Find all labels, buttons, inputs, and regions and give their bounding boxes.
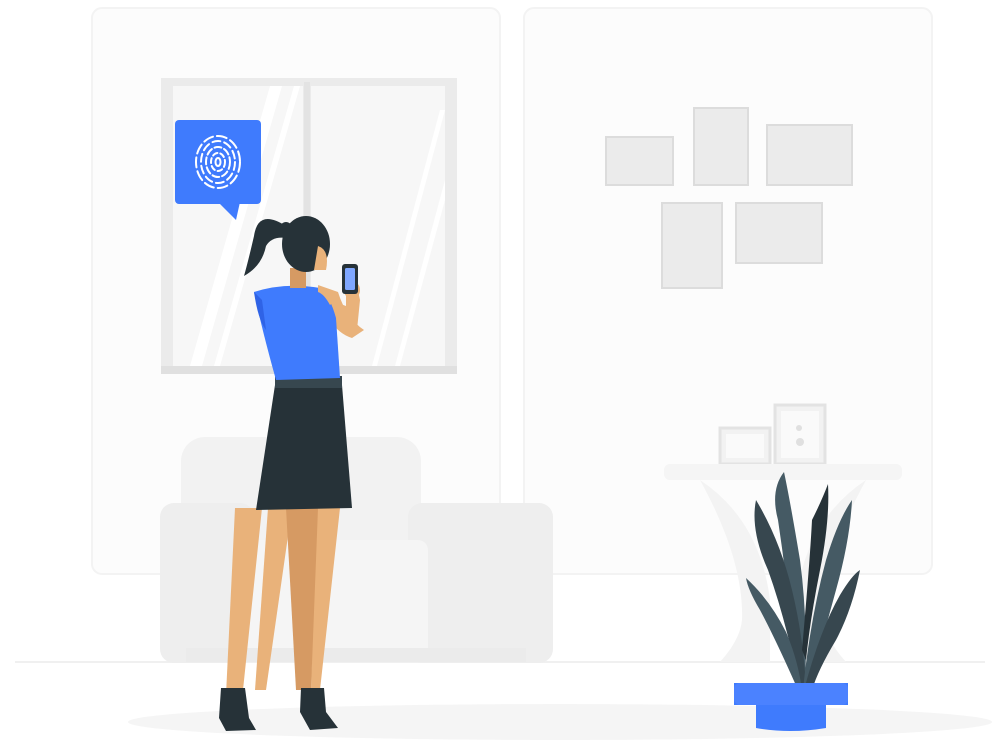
illustration — [15, 7, 992, 740]
